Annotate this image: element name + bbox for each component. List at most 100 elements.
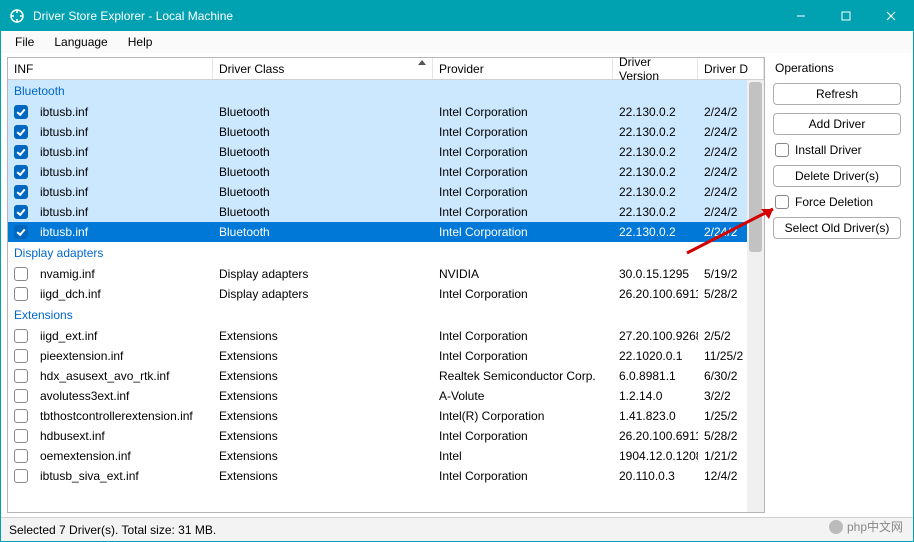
cell-provider: Intel Corporation [433,165,613,179]
scrollbar-thumb[interactable] [749,82,762,252]
install-driver-label: Install Driver [795,143,862,157]
menu-help[interactable]: Help [118,33,163,51]
cell-inf: ibtusb.inf [34,145,213,159]
table-row[interactable]: hdx_asusext_avo_rtk.inf Extensions Realt… [8,366,764,386]
checkbox-icon[interactable] [14,449,28,463]
menu-file[interactable]: File [5,33,44,51]
maximize-button[interactable] [823,1,868,31]
cell-version: 20.110.0.3 [613,469,698,483]
cell-class: Extensions [213,369,433,383]
cell-version: 22.130.0.2 [613,185,698,199]
cell-provider: Intel Corporation [433,329,613,343]
column-version[interactable]: Driver Version [613,58,698,79]
cell-provider: Intel Corporation [433,287,613,301]
group-extensions[interactable]: Extensions [8,304,764,326]
force-deletion-label: Force Deletion [795,195,873,209]
checkbox-icon[interactable] [14,409,28,423]
cell-inf: hdbusext.inf [34,429,213,443]
table-row[interactable]: ibtusb.inf Bluetooth Intel Corporation 2… [8,222,764,242]
checkbox-icon[interactable] [775,143,789,157]
cell-version: 27.20.100.9268 [613,329,698,343]
force-deletion-checkbox[interactable]: Force Deletion [775,195,905,209]
table-row[interactable]: nvamig.inf Display adapters NVIDIA 30.0.… [8,264,764,284]
group-bluetooth[interactable]: Bluetooth [8,80,764,102]
table-row[interactable]: ibtusb.inf Bluetooth Intel Corporation 2… [8,202,764,222]
table-row[interactable]: ibtusb.inf Bluetooth Intel Corporation 2… [8,102,764,122]
cell-class: Display adapters [213,287,433,301]
checkbox-icon[interactable] [14,205,28,219]
cell-class: Extensions [213,329,433,343]
cell-inf: ibtusb.inf [34,205,213,219]
vertical-scrollbar[interactable] [747,80,764,512]
checkbox-icon[interactable] [14,329,28,343]
cell-inf: iigd_ext.inf [34,329,213,343]
checkbox-icon[interactable] [14,105,28,119]
checkbox-icon[interactable] [14,287,28,301]
cell-inf: ibtusb.inf [34,105,213,119]
cell-provider: Intel Corporation [433,125,613,139]
column-inf[interactable]: INF [8,58,213,79]
driver-table: INF Driver Class Provider Driver Version… [7,57,765,513]
cell-class: Bluetooth [213,185,433,199]
group-display-adapters[interactable]: Display adapters [8,242,764,264]
refresh-button[interactable]: Refresh [773,83,901,105]
cell-version: 30.0.15.1295 [613,267,698,281]
cell-inf: iigd_dch.inf [34,287,213,301]
delete-drivers-button[interactable]: Delete Driver(s) [773,165,901,187]
close-button[interactable] [868,1,913,31]
cell-provider: Intel Corporation [433,205,613,219]
checkbox-icon[interactable] [14,369,28,383]
add-driver-button[interactable]: Add Driver [773,113,901,135]
minimize-button[interactable] [778,1,823,31]
cell-inf: ibtusb.inf [34,165,213,179]
checkbox-icon[interactable] [14,125,28,139]
column-date[interactable]: Driver D [698,58,764,79]
cell-class: Extensions [213,429,433,443]
checkbox-icon[interactable] [14,429,28,443]
column-provider[interactable]: Provider [433,58,613,79]
table-row[interactable]: ibtusb.inf Bluetooth Intel Corporation 2… [8,122,764,142]
watermark: php中文网 [829,518,903,535]
cell-provider: Realtek Semiconductor Corp. [433,369,613,383]
checkbox-icon[interactable] [14,469,28,483]
table-row[interactable]: iigd_dch.inf Display adapters Intel Corp… [8,284,764,304]
checkbox-icon[interactable] [14,165,28,179]
cell-inf: oemextension.inf [34,449,213,463]
install-driver-checkbox[interactable]: Install Driver [775,143,905,157]
checkbox-icon[interactable] [14,185,28,199]
cell-class: Bluetooth [213,165,433,179]
cell-version: 1904.12.0.1208 [613,449,698,463]
cell-version: 26.20.100.6911 [613,287,698,301]
checkbox-icon[interactable] [14,145,28,159]
cell-provider: Intel Corporation [433,105,613,119]
table-row[interactable]: tbthostcontrollerextension.inf Extension… [8,406,764,426]
cell-version: 22.130.0.2 [613,205,698,219]
table-body: Bluetooth ibtusb.inf Bluetooth Intel Cor… [8,80,764,512]
table-row[interactable]: oemextension.inf Extensions Intel 1904.1… [8,446,764,466]
operations-header: Operations [775,61,905,75]
checkbox-icon[interactable] [14,267,28,281]
window-title: Driver Store Explorer - Local Machine [33,9,778,23]
cell-inf: nvamig.inf [34,267,213,281]
table-row[interactable]: hdbusext.inf Extensions Intel Corporatio… [8,426,764,446]
checkbox-icon[interactable] [775,195,789,209]
checkbox-icon[interactable] [14,389,28,403]
checkbox-icon[interactable] [14,225,28,239]
cell-class: Bluetooth [213,105,433,119]
cell-version: 22.1020.0.1 [613,349,698,363]
table-row[interactable]: ibtusb.inf Bluetooth Intel Corporation 2… [8,182,764,202]
menu-language[interactable]: Language [44,33,117,51]
table-row[interactable]: ibtusb.inf Bluetooth Intel Corporation 2… [8,142,764,162]
table-row[interactable]: avolutess3ext.inf Extensions A-Volute 1.… [8,386,764,406]
column-driver-class[interactable]: Driver Class [213,58,433,79]
table-row[interactable]: iigd_ext.inf Extensions Intel Corporatio… [8,326,764,346]
cell-version: 1.2.14.0 [613,389,698,403]
table-row[interactable]: ibtusb_siva_ext.inf Extensions Intel Cor… [8,466,764,486]
cell-version: 22.130.0.2 [613,125,698,139]
cell-inf: hdx_asusext_avo_rtk.inf [34,369,213,383]
checkbox-icon[interactable] [14,349,28,363]
cell-version: 26.20.100.6911 [613,429,698,443]
table-row[interactable]: ibtusb.inf Bluetooth Intel Corporation 2… [8,162,764,182]
table-row[interactable]: pieextension.inf Extensions Intel Corpor… [8,346,764,366]
select-old-drivers-button[interactable]: Select Old Driver(s) [773,217,901,239]
